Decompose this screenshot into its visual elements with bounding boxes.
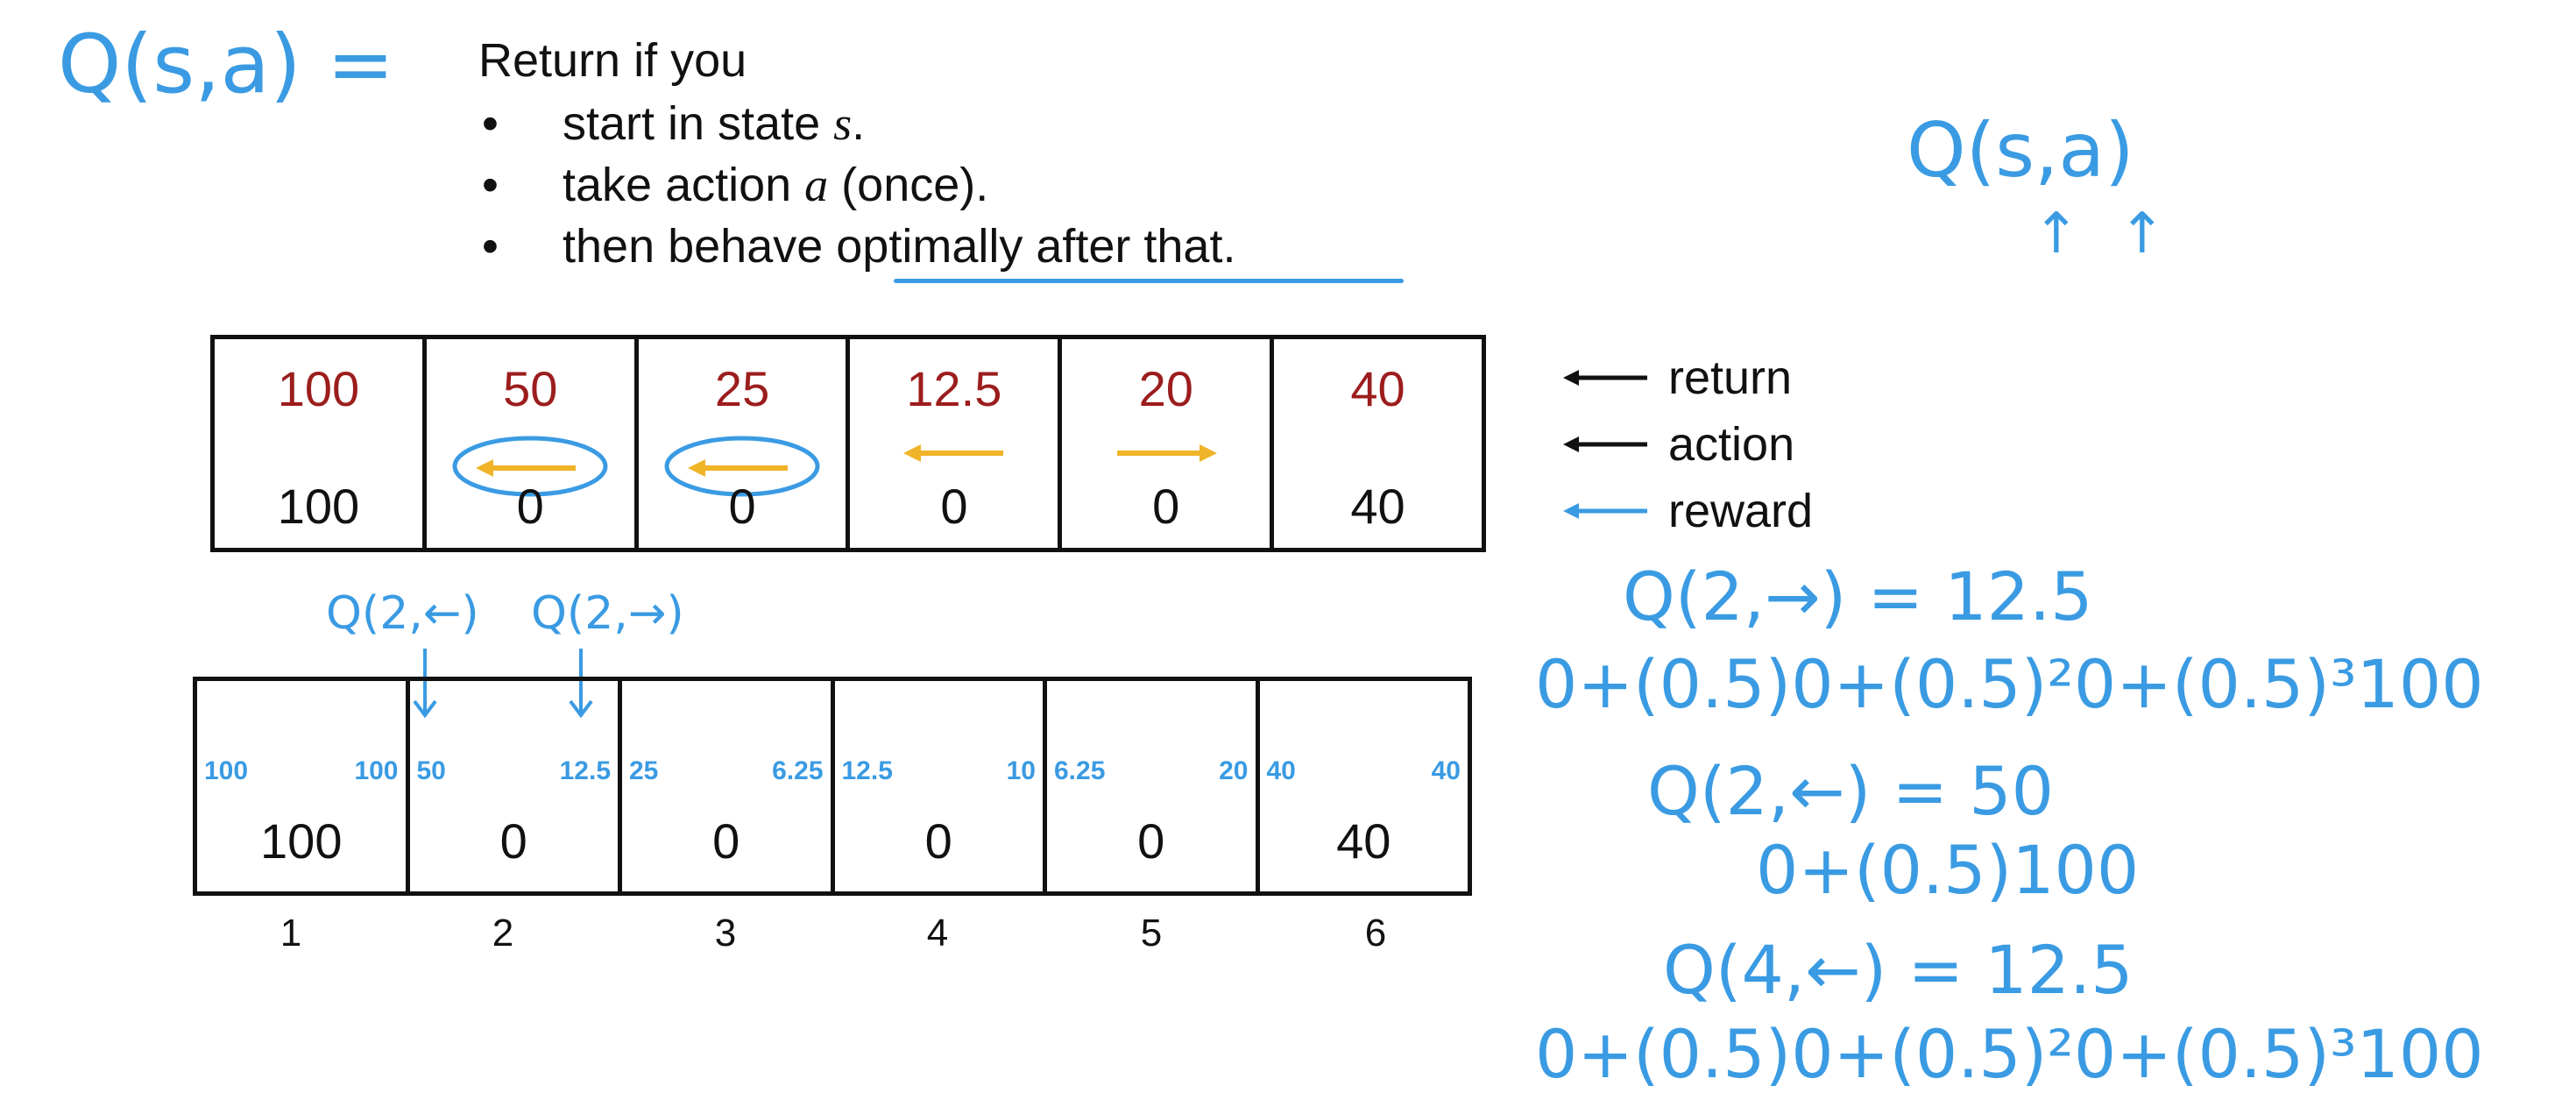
state-number: 3 — [714, 912, 737, 955]
bottom-cell-5: 6.25 20 0 — [1047, 681, 1260, 891]
q-right-value: 12.5 — [559, 756, 611, 785]
legend-action: action — [1561, 414, 1794, 475]
state-number: 4 — [926, 912, 949, 955]
reward-value: 40 — [1336, 813, 1391, 869]
return-value: 12.5 — [906, 361, 1002, 416]
reward-value: 0 — [712, 813, 740, 869]
q-right-value: 40 — [1431, 756, 1461, 785]
optimally-underline — [894, 279, 1404, 283]
return-value: 40 — [1350, 361, 1405, 416]
state-number: 2 — [492, 912, 514, 955]
blue-arrow-icon — [1563, 503, 1647, 519]
return-value: 20 — [1138, 361, 1193, 416]
q-left-value: 6.25 — [1054, 756, 1106, 785]
q-left-value: 25 — [629, 756, 659, 785]
equation-q2-right-calc: 0+(0.5)0+(0.5)²0+(0.5)³100 — [1535, 645, 2484, 723]
annotation-q2-right: Q(2,→) — [531, 587, 684, 640]
return-value: 25 — [714, 361, 770, 416]
reward-value: 40 — [1350, 479, 1405, 534]
reward-value: 0 — [940, 479, 968, 534]
legend-action-label: action — [1668, 418, 1795, 471]
reward-value: 0 — [728, 479, 756, 534]
q-right-value: 6.25 — [772, 756, 824, 785]
legend-return-label: return — [1668, 351, 1793, 404]
legend-reward-label: reward — [1668, 485, 1814, 537]
bottom-cell-6: 40 40 40 — [1260, 681, 1468, 891]
equation-q4-left: Q(4,←) = 12.5 — [1663, 931, 2134, 1009]
return-value: 100 — [277, 361, 360, 416]
reward-value: 100 — [260, 813, 343, 869]
equation-q4-left-calc: 0+(0.5)0+(0.5)²0+(0.5)³100 — [1535, 1015, 2484, 1093]
black-arrow-icon — [1563, 370, 1647, 386]
reward-value: 0 — [1137, 813, 1165, 869]
reward-value: 0 — [499, 813, 527, 869]
left-action-arrow-icon — [902, 444, 1003, 462]
bottom-grid: 100 100 100 50 12.5 0 25 6.25 0 12.5 10 … — [193, 677, 1472, 896]
reward-value: 0 — [924, 813, 952, 869]
side-q-notation: Q(s,a) — [1907, 107, 2134, 195]
equation-q2-left-calc: 0+(0.5)100 — [1756, 831, 2140, 909]
state-number: 5 — [1140, 912, 1163, 955]
top-cell-5: 20 0 — [1062, 339, 1275, 548]
q-right-value: 100 — [354, 756, 399, 785]
return-value: 50 — [503, 361, 558, 416]
state-number: 1 — [280, 912, 302, 955]
q-left-value: 100 — [204, 756, 249, 785]
q-left-value: 50 — [416, 756, 446, 785]
q-definition-lhs: Q(s,a) = — [58, 18, 395, 111]
right-action-arrow-icon — [1116, 444, 1217, 462]
bullet-behave-optimally: • then behave optimally after that. — [482, 220, 1236, 273]
top-cell-3: 25 0 — [639, 339, 851, 548]
reward-value: 0 — [1152, 479, 1180, 534]
definition-heading: Return if you — [478, 34, 747, 87]
bullet-take-action: • take action a (once). — [482, 159, 989, 211]
top-cell-1: 100 100 — [215, 339, 427, 548]
top-cell-6: 40 40 — [1274, 339, 1482, 548]
reward-value: 0 — [516, 479, 544, 534]
bottom-cell-4: 12.5 10 0 — [835, 681, 1047, 891]
top-cell-4: 12.5 0 — [850, 339, 1063, 548]
top-grid: 100 100 50 0 25 0 12.5 0 20 0 40 40 — [210, 335, 1486, 552]
side-up-arrows: ↑ ↑ — [2033, 202, 2176, 266]
reward-value: 100 — [277, 479, 360, 534]
bottom-cell-1: 100 100 100 — [197, 681, 410, 891]
equation-q2-left: Q(2,←) = 50 — [1647, 752, 2055, 830]
q-right-value: 20 — [1219, 756, 1249, 785]
bottom-cell-2: 50 12.5 0 — [410, 681, 622, 891]
bottom-cell-3: 25 6.25 0 — [622, 681, 835, 891]
legend-reward: reward — [1561, 480, 1813, 542]
legend-return: return — [1561, 347, 1792, 408]
state-number: 6 — [1364, 912, 1387, 955]
annotation-q2-left: Q(2,←) — [326, 587, 479, 640]
equation-q2-right: Q(2,→) = 12.5 — [1623, 557, 2093, 635]
q-right-value: 10 — [1006, 756, 1036, 785]
top-cell-2: 50 0 — [427, 339, 639, 548]
q-left-value: 40 — [1266, 756, 1296, 785]
bullet-start-state: • start in state s. — [482, 97, 866, 150]
q-left-value: 12.5 — [841, 756, 893, 785]
definition-bullets: • start in state s. • take action a (once)… — [478, 93, 1235, 277]
black-arrow-icon — [1563, 436, 1647, 452]
